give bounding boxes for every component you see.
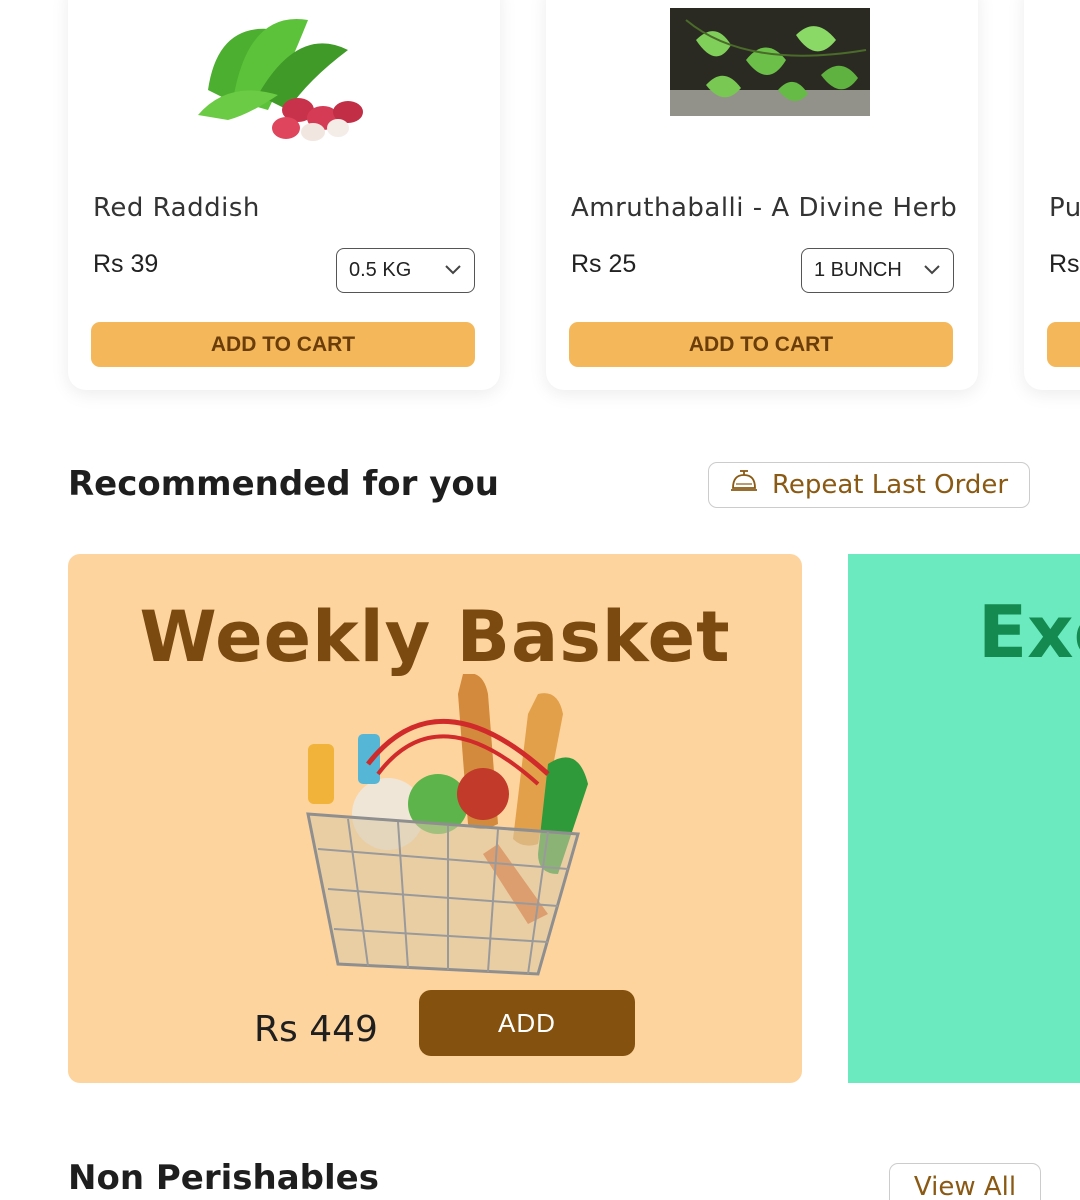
weekly-basket-promo[interactable]: Weekly Basket Rs 449 ADD [68,554,802,1083]
add-to-cart-button[interactable]: ADD TO CART [91,322,475,367]
grocery-basket-image [238,673,638,988]
quantity-select[interactable]: 1 BUNCH [801,248,954,293]
product-name: Amruthaballi - A Divine Herb [571,193,958,223]
promo-banner-secondary[interactable]: Exc [848,554,1080,1083]
product-card[interactable]: Pu Rs [1024,0,1080,390]
chevron-down-icon [444,259,462,282]
product-price: Rs [1049,250,1080,278]
add-button[interactable]: ADD [419,990,635,1056]
section-title-non-perishables: Non Perishables [68,1158,379,1198]
product-price: Rs 39 [93,250,159,278]
red-radish-image [68,0,500,150]
chevron-down-icon [923,259,941,282]
amruthaballi-leaves-image [546,0,978,150]
product-card[interactable]: Red Raddish Rs 39 0.5 KG ADD TO CART [68,0,500,390]
promo-title: Weekly Basket [139,596,731,678]
product-price: Rs 25 [571,250,637,278]
product-card[interactable]: Amruthaballi - A Divine Herb Rs 25 1 BUN… [546,0,978,390]
service-bell-icon [730,469,758,502]
page: Red Raddish Rs 39 0.5 KG ADD TO CART Amr… [0,0,1080,1200]
view-all-button[interactable]: View All [889,1163,1041,1200]
add-to-cart-button[interactable]: ADD TO CART [569,322,953,367]
product-name: Red Raddish [93,193,260,223]
quantity-value: 1 BUNCH [814,259,902,281]
add-to-cart-button[interactable] [1047,322,1080,367]
view-all-label: View All [913,1172,1017,1200]
promo-price: Rs 449 [254,1009,378,1050]
quantity-value: 0.5 KG [349,259,412,281]
promo-title: Exc [978,590,1080,674]
repeat-last-order-button[interactable]: Repeat Last Order [708,462,1030,508]
quantity-select[interactable]: 0.5 KG [336,248,475,293]
repeat-last-order-label: Repeat Last Order [771,470,1009,500]
product-name: Pu [1049,193,1080,223]
section-title-recommended: Recommended for you [68,464,499,504]
